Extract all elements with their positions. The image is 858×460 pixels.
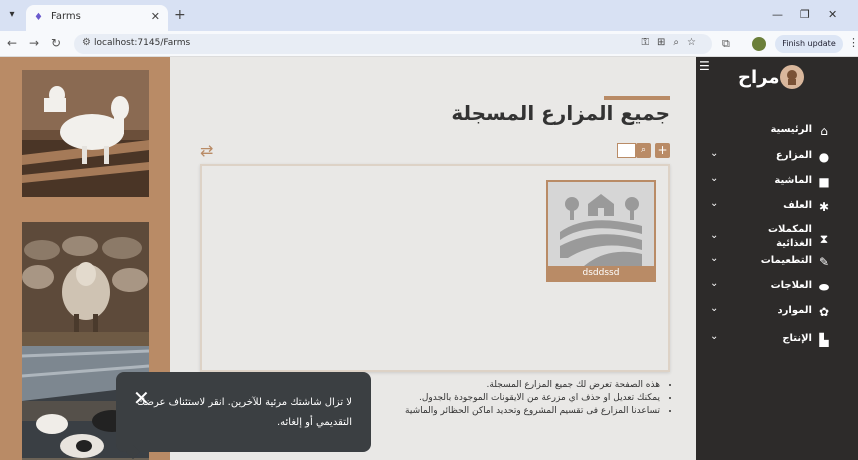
chevron-down-icon[interactable]: ⌄ xyxy=(710,331,718,342)
sidebar-item-label: المزارع xyxy=(775,150,812,161)
sidebar-item-production[interactable]: ⌄ ▙ الإنتاج xyxy=(696,328,858,352)
wheat-icon: ✱ xyxy=(818,200,830,214)
note-item: تساعدنا المزارع فى تقسيم المشروع وتحديد … xyxy=(344,406,660,416)
brand[interactable]: مراح xyxy=(738,65,804,91)
notes-list: هذه الصفحة تعرض لك جميع المزارع المسجلة.… xyxy=(344,380,674,419)
back-icon[interactable]: ← xyxy=(7,36,17,50)
hourglass-icon: ⧗ xyxy=(819,232,829,246)
brand-name: مراح xyxy=(738,67,780,88)
finish-update-button[interactable]: Finish update xyxy=(775,35,843,53)
sidebar-item-label: العلف xyxy=(783,200,812,211)
minimize-icon[interactable]: — xyxy=(772,8,783,21)
sidebar-item-label: الماشية xyxy=(774,175,812,186)
page-title: جميع المزارع المسجلة xyxy=(451,101,670,125)
site-info-icon[interactable]: ⚙ xyxy=(82,37,91,48)
tab-title: Farms xyxy=(51,11,81,22)
address-bar[interactable]: ⚙ localhost:7145/Farms ⚿⊞⌕☆ xyxy=(74,34,712,54)
hamburger-menu-icon[interactable]: ☰ xyxy=(699,59,710,73)
sidebar: ☰ مراح ⌂ الرئيسية ⌄ ● المزارع ⌄ ■ الماشي… xyxy=(696,57,858,460)
screen-share-toast[interactable]: ✕ لا تزال شاشتك مرئية للآخرين. انقر لاست… xyxy=(116,372,371,460)
title-accent-bar xyxy=(604,96,670,100)
reload-icon[interactable]: ↻ xyxy=(51,36,61,50)
farms-grid: dsddssd xyxy=(200,164,670,372)
goats-photo xyxy=(22,70,149,197)
browser-tab-bar: ▾ ♦ Farms ✕ + — ❐ ✕ xyxy=(0,0,858,31)
browser-tab[interactable]: ♦ Farms ✕ xyxy=(26,5,168,31)
location-pin-icon: ● xyxy=(818,150,830,164)
note-item: يمكنك تعديل او حذف اي مزرعة من الايقونات… xyxy=(344,393,660,403)
sidebar-item-label: المكملات الغذائية xyxy=(767,224,812,249)
sidebar-item-home[interactable]: ⌂ الرئيسية xyxy=(696,119,858,143)
extensions-icon[interactable]: ⧉ xyxy=(722,37,730,51)
sidebar-item-farms[interactable]: ⌄ ● المزارع xyxy=(696,145,858,169)
sidebar-item-vaccinations[interactable]: ⌄ ✎ التطعيمات xyxy=(696,250,858,274)
farm-name: dsddssd xyxy=(548,266,654,280)
new-tab-icon[interactable]: + xyxy=(174,7,186,23)
sidebar-item-label: الرئيسية xyxy=(770,124,812,135)
tab-list-icon[interactable]: ▾ xyxy=(5,8,19,22)
chevron-down-icon[interactable]: ⌄ xyxy=(710,173,718,184)
home-icon: ⌂ xyxy=(820,124,828,138)
maximize-icon[interactable]: ❐ xyxy=(800,8,810,21)
url-text[interactable]: localhost:7145/Farms xyxy=(94,38,190,48)
pills-icon: ⬬ xyxy=(818,280,830,294)
add-farm-button[interactable]: + xyxy=(655,143,670,158)
note-item: هذه الصفحة تعرض لك جميع المزارع المسجلة. xyxy=(344,380,660,390)
chevron-down-icon[interactable]: ⌄ xyxy=(710,148,718,159)
chevron-down-icon[interactable]: ⌄ xyxy=(710,253,718,264)
window-close-icon[interactable]: ✕ xyxy=(828,8,837,21)
refresh-icon[interactable]: ⇄ xyxy=(200,141,213,160)
close-icon[interactable]: ✕ xyxy=(151,10,160,23)
toast-message[interactable]: لا تزال شاشتك مرئية للآخرين. انقر لاستئن… xyxy=(137,393,352,433)
search-icon[interactable]: ⌕ xyxy=(636,143,651,158)
farm-placeholder-icon xyxy=(548,182,654,266)
sidebar-item-label: الإنتاج xyxy=(782,333,812,344)
search-input[interactable] xyxy=(617,143,636,158)
chevron-down-icon[interactable]: ⌄ xyxy=(710,230,718,241)
chevron-down-icon[interactable]: ⌄ xyxy=(710,278,718,289)
sidebar-item-label: العلاجات xyxy=(770,280,812,291)
resources-icon: ✿ xyxy=(818,305,830,319)
sidebar-item-label: التطعيمات xyxy=(760,255,812,266)
brand-logo-icon xyxy=(780,65,804,89)
menu-icon[interactable]: ⋮ xyxy=(848,36,858,49)
sidebar-item-feed[interactable]: ⌄ ✱ العلف xyxy=(696,195,858,219)
browser-toolbar: ← → ↻ ⚙ localhost:7145/Farms ⚿⊞⌕☆ ⧉ Fini… xyxy=(0,31,858,57)
address-bar-tools[interactable]: ⚿⊞⌕☆ xyxy=(641,37,704,48)
factory-icon: ▙ xyxy=(819,333,829,347)
truck-icon: ■ xyxy=(818,175,830,189)
profile-avatar-icon[interactable] xyxy=(752,37,766,51)
chevron-down-icon[interactable]: ⌄ xyxy=(710,198,718,209)
sidebar-item-livestock[interactable]: ⌄ ■ الماشية xyxy=(696,170,858,194)
sheep-photo xyxy=(22,222,149,349)
chevron-down-icon[interactable]: ⌄ xyxy=(710,303,718,314)
sidebar-item-label: الموارد xyxy=(777,305,812,316)
forward-icon[interactable]: → xyxy=(29,36,39,50)
farm-card[interactable]: dsddssd xyxy=(546,180,656,282)
sidebar-item-treatments[interactable]: ⌄ ⬬ العلاجات xyxy=(696,275,858,299)
tab-favicon-icon: ♦ xyxy=(34,12,43,23)
sidebar-item-resources[interactable]: ⌄ ✿ الموارد xyxy=(696,300,858,324)
syringe-icon: ✎ xyxy=(818,255,830,269)
